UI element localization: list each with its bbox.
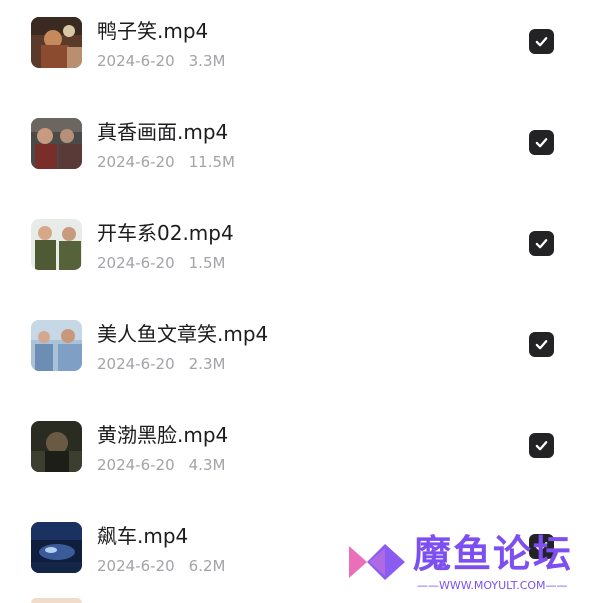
select-checkbox[interactable] bbox=[529, 433, 554, 458]
file-meta: 2024-6-20 6.2M bbox=[97, 556, 225, 576]
file-date: 2024-6-20 bbox=[97, 456, 175, 474]
watermark-url-text: WWW.MOYULT.COM bbox=[439, 579, 546, 592]
file-size: 1.5M bbox=[188, 254, 226, 272]
file-size: 6.2M bbox=[188, 557, 226, 575]
video-thumbnail bbox=[31, 17, 82, 68]
select-checkbox[interactable] bbox=[529, 130, 554, 155]
select-checkbox[interactable] bbox=[529, 332, 554, 357]
file-name: 飙车.mp4 bbox=[97, 524, 189, 548]
file-row[interactable]: 真香画面.mp4 2024-6-20 11.5M bbox=[0, 118, 591, 198]
fish-logo-icon bbox=[349, 544, 405, 580]
file-date: 2024-6-20 bbox=[97, 153, 175, 171]
forum-watermark: 魔鱼论坛 ——WWW.MOYULT.COM—— bbox=[345, 530, 585, 600]
file-meta: 2024-6-20 1.5M bbox=[97, 253, 225, 273]
video-thumbnail bbox=[31, 219, 82, 270]
file-meta: 2024-6-20 4.3M bbox=[97, 455, 225, 475]
checkmark-icon bbox=[535, 37, 548, 47]
file-size: 11.5M bbox=[188, 153, 235, 171]
file-meta: 2024-6-20 2.3M bbox=[97, 354, 225, 374]
file-size: 2.3M bbox=[188, 355, 226, 373]
select-checkbox[interactable] bbox=[529, 231, 554, 256]
file-date: 2024-6-20 bbox=[97, 557, 175, 575]
file-size: 4.3M bbox=[188, 456, 226, 474]
file-meta: 2024-6-20 11.5M bbox=[97, 152, 235, 172]
file-date: 2024-6-20 bbox=[97, 52, 175, 70]
file-name: 真香画面.mp4 bbox=[97, 120, 229, 144]
file-name: 鸭子笑.mp4 bbox=[97, 19, 209, 43]
file-name: 开车系02.mp4 bbox=[97, 221, 234, 245]
video-file-list: 鸭子笑.mp4 2024-6-20 3.3M 真香画面.mp4 2024-6-20… bbox=[0, 0, 591, 603]
checkmark-icon bbox=[535, 441, 548, 451]
checkmark-icon bbox=[535, 239, 548, 249]
video-thumbnail bbox=[31, 421, 82, 472]
file-size: 3.3M bbox=[188, 52, 226, 70]
file-row[interactable]: 鸭子笑.mp4 2024-6-20 3.3M bbox=[0, 17, 591, 97]
video-thumbnail bbox=[31, 118, 82, 169]
file-date: 2024-6-20 bbox=[97, 355, 175, 373]
video-thumbnail bbox=[31, 320, 82, 371]
watermark-url: ——WWW.MOYULT.COM—— bbox=[417, 579, 568, 592]
next-video-thumbnail-peek bbox=[31, 598, 82, 603]
file-meta: 2024-6-20 3.3M bbox=[97, 51, 225, 71]
watermark-title: 魔鱼论坛 bbox=[413, 532, 574, 576]
file-row[interactable]: 开车系02.mp4 2024-6-20 1.5M bbox=[0, 219, 591, 299]
file-name: 美人鱼文章笑.mp4 bbox=[97, 322, 269, 346]
file-row[interactable]: 美人鱼文章笑.mp4 2024-6-20 2.3M bbox=[0, 320, 591, 400]
select-checkbox[interactable] bbox=[529, 29, 554, 54]
file-row[interactable]: 黄渤黑脸.mp4 2024-6-20 4.3M bbox=[0, 421, 591, 501]
file-date: 2024-6-20 bbox=[97, 254, 175, 272]
video-thumbnail bbox=[31, 522, 82, 573]
checkmark-icon bbox=[535, 138, 548, 148]
checkmark-icon bbox=[535, 340, 548, 350]
file-name: 黄渤黑脸.mp4 bbox=[97, 423, 229, 447]
